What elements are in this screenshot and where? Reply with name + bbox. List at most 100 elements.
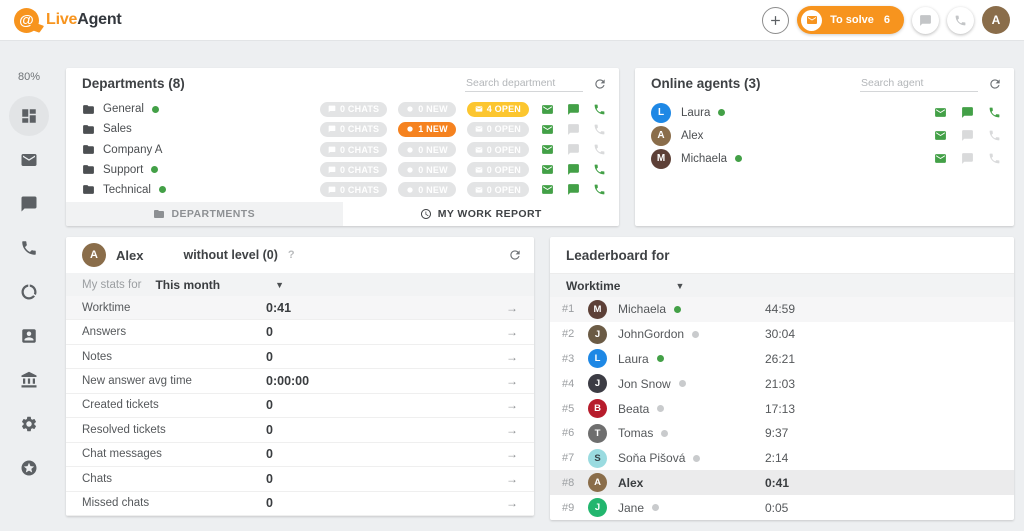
- open-badge[interactable]: 0 OPEN: [466, 182, 529, 198]
- chats-button[interactable]: [912, 6, 939, 34]
- chat-icon[interactable]: [566, 162, 581, 177]
- stat-row[interactable]: Chat messages 0 →: [66, 443, 534, 468]
- tab-departments[interactable]: DEPARTMENTS: [66, 202, 343, 226]
- liveagent-logo[interactable]: @ LiveAgent: [14, 7, 122, 33]
- phone-icon[interactable]: [987, 128, 1002, 143]
- chat-icon[interactable]: [566, 142, 581, 157]
- sidebar-item-tickets[interactable]: [9, 140, 49, 180]
- chats-badge[interactable]: 0 CHATS: [320, 142, 388, 157]
- stat-row[interactable]: Resolved tickets 0 →: [66, 418, 534, 443]
- mail-icon[interactable]: [540, 122, 555, 137]
- stat-row[interactable]: Answers 0 →: [66, 320, 534, 345]
- my-stats-panel: A Alex without level (0) ? My stats for …: [66, 237, 534, 516]
- metric-select[interactable]: Worktime: [566, 279, 620, 293]
- mail-icon[interactable]: [540, 102, 555, 117]
- department-row[interactable]: Support 0 CHATS 0 NEW 0 OPEN: [66, 160, 619, 180]
- stat-row[interactable]: Missed chats 0 →: [66, 492, 534, 516]
- new-badge[interactable]: 0 NEW: [398, 182, 456, 198]
- stat-row[interactable]: Created tickets 0 →: [66, 394, 534, 419]
- mail-icon[interactable]: [933, 105, 948, 120]
- chats-badge[interactable]: 0 CHATS: [320, 162, 388, 178]
- open-badge[interactable]: 4 OPEN: [466, 101, 529, 117]
- sidebar-item-gamification[interactable]: [9, 448, 49, 488]
- chevron-down-icon[interactable]: ▼: [275, 280, 284, 290]
- new-badge[interactable]: 1 NEW: [398, 121, 456, 137]
- department-row[interactable]: General 0 CHATS 0 NEW 4 OPEN: [66, 99, 619, 119]
- chats-badge[interactable]: 0 CHATS: [320, 121, 388, 137]
- mail-icon[interactable]: [933, 151, 948, 166]
- sidebar-item-calls[interactable]: [9, 228, 49, 268]
- leaderboard-row[interactable]: #3 L Laura 26:21: [550, 347, 1014, 372]
- chevron-down-icon[interactable]: ▼: [675, 281, 684, 291]
- leaderboard-row[interactable]: #7 S Soňa Pišová 2:14: [550, 446, 1014, 471]
- phone-icon[interactable]: [592, 122, 607, 137]
- chat-icon[interactable]: [960, 105, 975, 120]
- sidebar-item-settings[interactable]: [9, 404, 49, 444]
- calls-button[interactable]: [947, 6, 974, 34]
- mail-icon: [801, 9, 823, 31]
- new-badge[interactable]: 0 NEW: [398, 101, 456, 117]
- stat-row[interactable]: Notes 0 →: [66, 345, 534, 370]
- leaderboard-row[interactable]: #1 M Michaela 44:59: [550, 297, 1014, 322]
- sidebar-item-company[interactable]: [9, 360, 49, 400]
- refresh-icon[interactable]: [593, 77, 607, 91]
- mail-icon[interactable]: [540, 162, 555, 177]
- online-dot: [674, 305, 682, 313]
- to-solve-button[interactable]: To solve 6: [797, 6, 904, 34]
- stat-row[interactable]: Worktime 0:41 →: [66, 296, 534, 321]
- phone-icon[interactable]: [592, 162, 607, 177]
- phone-icon[interactable]: [592, 182, 607, 197]
- sidebar-item-chats[interactable]: [9, 184, 49, 224]
- offline-dot: [692, 330, 700, 338]
- open-badge[interactable]: 0 OPEN: [466, 162, 529, 178]
- leaderboard-title: Leaderboard for: [566, 247, 670, 263]
- leaderboard-row[interactable]: #5 B Beata 17:13: [550, 396, 1014, 421]
- mail-icon[interactable]: [540, 182, 555, 197]
- agent-row[interactable]: L Laura: [635, 101, 1014, 124]
- refresh-icon[interactable]: [988, 77, 1002, 91]
- chat-icon[interactable]: [566, 182, 581, 197]
- sidebar-item-social[interactable]: [9, 272, 49, 312]
- leaderboard-row[interactable]: #9 J Jane 0:05: [550, 495, 1014, 520]
- stat-row[interactable]: Chats 0 →: [66, 467, 534, 492]
- departments-tab-bar: DEPARTMENTS MY WORK REPORT: [66, 202, 619, 226]
- sidebar-item-dashboard[interactable]: [9, 96, 49, 136]
- tab-my-work-report[interactable]: MY WORK REPORT: [342, 202, 619, 226]
- phone-icon[interactable]: [987, 151, 1002, 166]
- chat-icon[interactable]: [960, 151, 975, 166]
- departments-title: Departments (8): [82, 76, 185, 91]
- new-badge[interactable]: 0 NEW: [398, 142, 456, 157]
- leaderboard-row[interactable]: #4 J Jon Snow 21:03: [550, 371, 1014, 396]
- stat-list: Worktime 0:41 → Answers 0 → Notes 0 → New answ…: [66, 296, 534, 516]
- leaderboard-row[interactable]: #8 A Alex 0:41: [550, 470, 1014, 496]
- leaderboard-row[interactable]: #2 J JohnGordon 30:04: [550, 322, 1014, 347]
- user-avatar[interactable]: A: [982, 6, 1010, 34]
- open-badge[interactable]: 0 OPEN: [466, 121, 529, 137]
- stat-row[interactable]: New answer avg time 0:00:00 →: [66, 369, 534, 394]
- open-badge[interactable]: 0 OPEN: [466, 142, 529, 157]
- new-badge[interactable]: 0 NEW: [398, 162, 456, 178]
- chat-icon[interactable]: [960, 128, 975, 143]
- sidebar-item-contacts[interactable]: [9, 316, 49, 356]
- chats-badge[interactable]: 0 CHATS: [320, 182, 388, 198]
- department-search-input[interactable]: [465, 75, 583, 92]
- phone-icon[interactable]: [592, 142, 607, 157]
- chat-icon[interactable]: [566, 102, 581, 117]
- period-select[interactable]: This month: [155, 278, 220, 292]
- phone-icon[interactable]: [592, 102, 607, 117]
- add-button[interactable]: [762, 6, 790, 34]
- agent-search-input[interactable]: [860, 75, 978, 92]
- refresh-icon[interactable]: [508, 248, 522, 262]
- department-row[interactable]: Sales 0 CHATS 1 NEW 0 OPEN: [66, 119, 619, 139]
- chats-badge[interactable]: 0 CHATS: [320, 101, 388, 117]
- leaderboard-row[interactable]: #6 T Tomas 9:37: [550, 421, 1014, 446]
- agent-row[interactable]: A Alex: [635, 124, 1014, 147]
- mail-icon[interactable]: [933, 128, 948, 143]
- department-row[interactable]: Technical 0 CHATS 0 NEW 0 OPEN: [66, 180, 619, 200]
- help-icon[interactable]: ?: [288, 249, 295, 261]
- phone-icon[interactable]: [987, 105, 1002, 120]
- department-row[interactable]: Company A 0 CHATS 0 NEW 0 OPEN: [66, 139, 619, 159]
- agent-row[interactable]: M Michaela: [635, 147, 1014, 170]
- chat-icon[interactable]: [566, 122, 581, 137]
- mail-icon[interactable]: [540, 142, 555, 157]
